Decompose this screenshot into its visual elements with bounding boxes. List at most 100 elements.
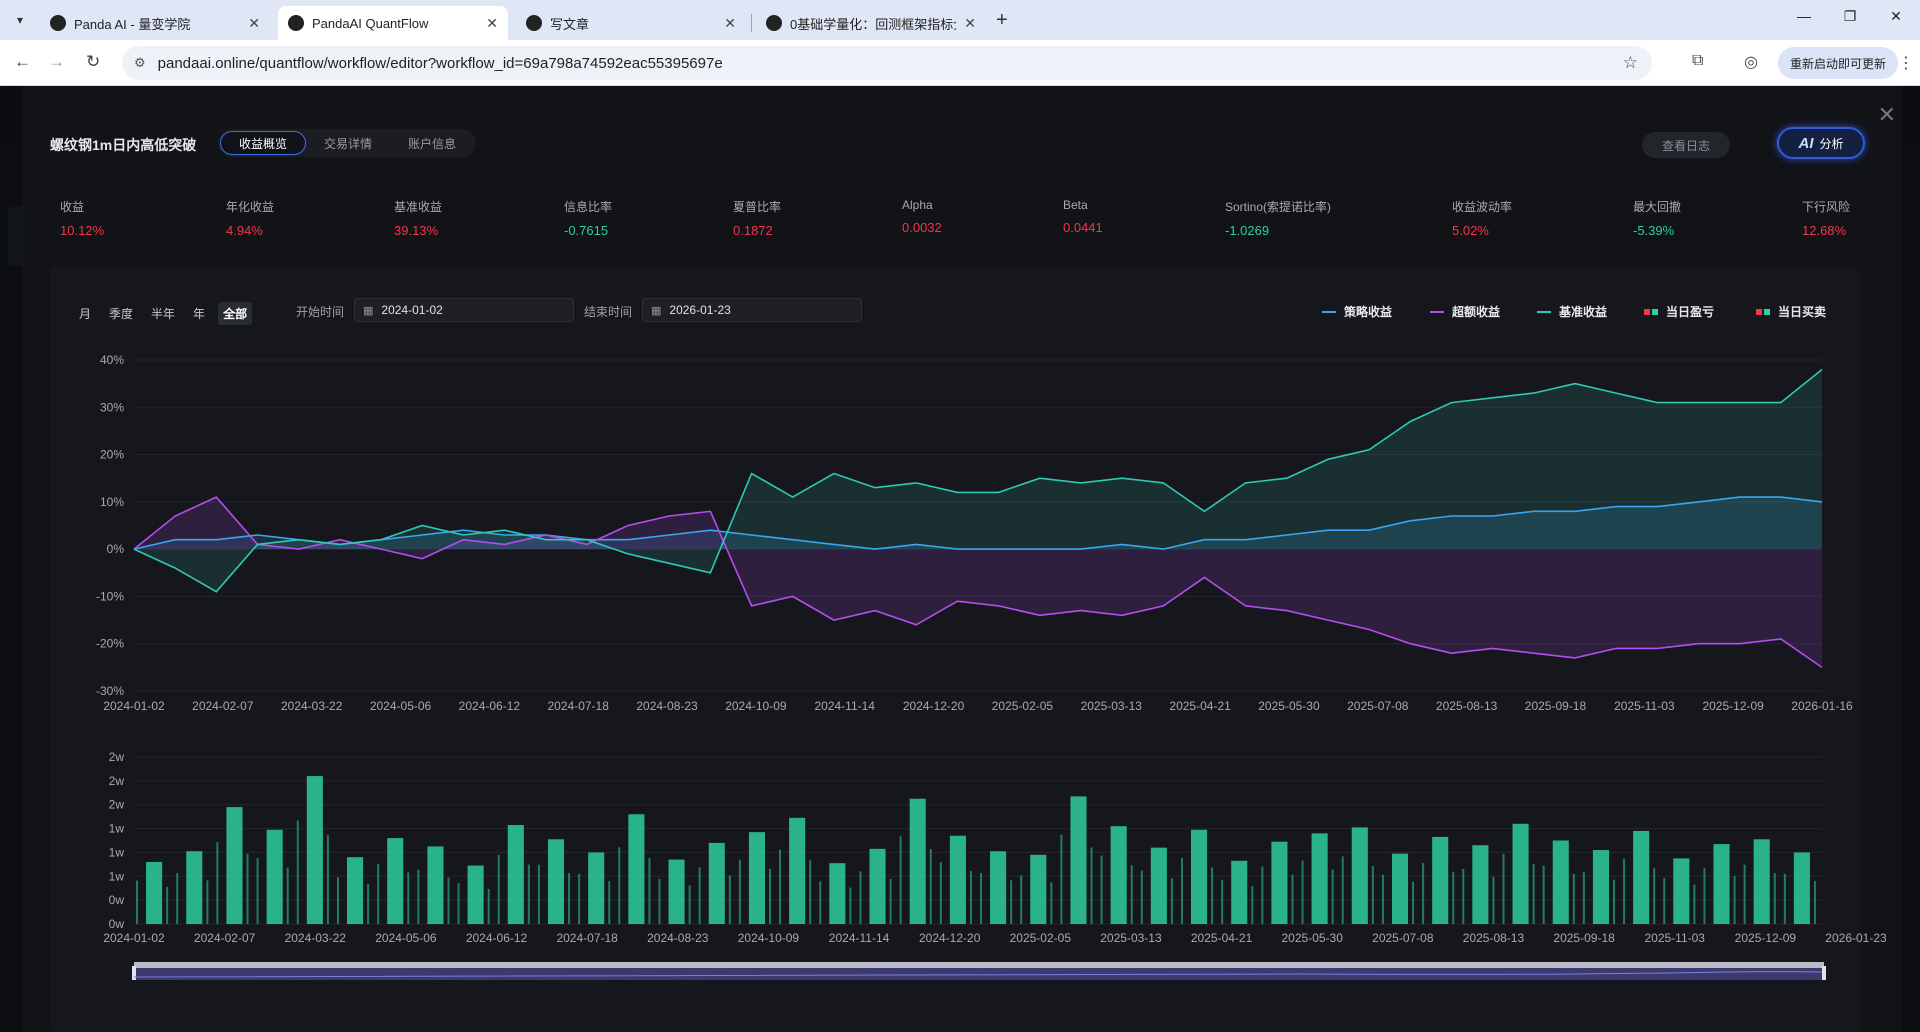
x-tick-label: 2025-11-03 <box>1644 931 1705 945</box>
url-text[interactable]: pandaai.online/quantflow/workflow/editor… <box>158 55 723 72</box>
profile-icon[interactable]: ◎ <box>1744 52 1758 72</box>
y-tick-label: -10% <box>96 589 124 603</box>
restore-icon[interactable]: ❐ <box>1830 8 1870 25</box>
x-tick-label: 2024-01-02 <box>103 931 165 945</box>
x-tick-label: 2024-10-09 <box>738 931 800 945</box>
x-tick-label: 2024-10-09 <box>725 699 787 713</box>
volume-bar <box>949 835 966 924</box>
minimize-icon[interactable]: — <box>1784 8 1824 24</box>
browser-tab-backtest-article[interactable]: 0基础学量化：回测框架指标介绍 ✕ <box>756 6 986 40</box>
browser-tab-write-article[interactable]: 写文章 ✕ <box>516 6 746 40</box>
x-tick-label: 2024-03-22 <box>281 699 343 713</box>
volume-bar <box>1572 873 1575 924</box>
star-icon[interactable]: ☆ <box>1623 53 1638 73</box>
back-arrow-icon[interactable]: ← <box>14 52 31 72</box>
close-window-icon[interactable]: ✕ <box>1876 8 1916 25</box>
x-tick-label: 2025-12-09 <box>1702 699 1764 713</box>
volume-bar <box>568 873 571 924</box>
x-tick-label: 2024-07-18 <box>556 931 618 945</box>
volume-bar <box>648 858 651 924</box>
volume-bar <box>1813 881 1816 924</box>
volume-bar <box>547 839 565 924</box>
x-tick-label: 2025-03-13 <box>1081 699 1143 713</box>
close-tab-icon[interactable]: ✕ <box>724 15 736 32</box>
y-tick-label: 2w <box>109 798 125 812</box>
panda-favicon-icon <box>766 15 782 31</box>
tab-title: PandaAI QuantFlow <box>312 15 429 31</box>
volume-bar <box>1793 852 1810 924</box>
volume-bar <box>698 867 701 924</box>
volume-bar <box>708 842 725 924</box>
volume-bar <box>1472 845 1489 924</box>
browser-tab-pandaai[interactable]: Panda AI - 量变学院 ✕ <box>40 6 270 40</box>
x-tick-label: 2026-01-16 <box>1791 699 1853 713</box>
x-tick-label: 2025-12-09 <box>1735 931 1797 945</box>
x-tick-label: 2025-05-30 <box>1282 931 1344 945</box>
x-tick-label: 2024-03-22 <box>285 931 347 945</box>
volume-bar <box>1703 868 1706 924</box>
volume-bar <box>969 871 972 924</box>
address-bar[interactable]: ⚙ pandaai.online/quantflow/workflow/edit… <box>122 46 1652 80</box>
line-chart-areas <box>134 369 1822 668</box>
puzzle-icon[interactable]: ⧉ <box>1692 52 1703 70</box>
volume-bar <box>507 824 524 924</box>
volume-bar <box>1331 869 1334 924</box>
x-tick-label: 2024-02-07 <box>192 699 254 713</box>
volume-bar <box>1130 865 1133 924</box>
kebab-icon[interactable]: ⋮ <box>1898 53 1914 73</box>
volume-bar <box>1010 880 1013 924</box>
volume-bar <box>1050 882 1053 924</box>
volume-bar <box>1211 867 1214 924</box>
volume-bar <box>306 776 323 924</box>
y-tick-label: 40% <box>100 353 124 367</box>
volume-bar <box>1582 872 1585 924</box>
volume-bar <box>889 878 892 924</box>
volume-bar <box>1552 840 1569 924</box>
y-tick-label: 0% <box>107 542 125 556</box>
volume-bar <box>206 880 209 924</box>
site-settings-icon[interactable]: ⚙ <box>134 55 146 71</box>
volume-bar <box>738 859 741 924</box>
reload-icon[interactable]: ↻ <box>86 52 100 72</box>
volume-bar <box>1381 874 1384 924</box>
volume-bar <box>1231 860 1248 924</box>
x-tick-label: 2026-01-23 <box>1825 931 1887 945</box>
x-tick-label: 2025-07-08 <box>1372 931 1434 945</box>
volume-bar <box>186 851 203 924</box>
x-tick-label: 2024-05-06 <box>375 931 437 945</box>
forward-arrow-icon[interactable]: → <box>48 52 65 72</box>
volume-bar <box>1623 858 1626 924</box>
x-tick-label: 2025-03-13 <box>1100 931 1162 945</box>
tab-search-icon[interactable]: ▾ <box>8 8 32 32</box>
volume-bar <box>849 887 852 924</box>
new-tab-icon[interactable]: + <box>996 9 1008 32</box>
x-tick-label: 2025-05-30 <box>1258 699 1320 713</box>
x-tick-label: 2025-09-18 <box>1525 699 1587 713</box>
y-tick-label: 10% <box>100 495 124 509</box>
volume-bar <box>1462 868 1465 924</box>
volume-bar <box>1633 830 1650 924</box>
x-tick-label: 2025-11-03 <box>1614 699 1675 713</box>
close-tab-icon[interactable]: ✕ <box>964 15 976 32</box>
volume-bar <box>1191 829 1208 924</box>
volume-bar <box>407 872 410 924</box>
bar-chart-y-ticks: 2w 2w 2w 1w 1w 1w 0w 0w <box>109 750 125 931</box>
volume-bar <box>769 868 772 924</box>
volume-bar <box>467 865 484 924</box>
update-button[interactable]: 重新启动即可更新 <box>1778 47 1899 79</box>
charts-svg[interactable]: 40%30%20%10%0%-10%-20%-30% 2024-01-02 202… <box>0 86 1920 1032</box>
zoom-handle-bar <box>134 962 1824 968</box>
x-tick-label: 2024-02-07 <box>194 931 256 945</box>
volume-bar <box>527 864 530 924</box>
browser-tab-bar: ▾ Panda AI - 量变学院 ✕ PandaAI QuantFlow ✕ … <box>0 0 1920 40</box>
volume-bar <box>326 835 329 924</box>
volume-bar <box>1221 879 1224 924</box>
volume-bar <box>176 873 179 924</box>
close-tab-icon[interactable]: ✕ <box>248 15 260 32</box>
browser-tab-quantflow[interactable]: PandaAI QuantFlow ✕ <box>278 6 508 40</box>
volume-bar <box>1301 860 1304 924</box>
volume-bar <box>728 875 731 924</box>
line-chart-x-ticks: 2024-01-02 2024-02-07 2024-03-22 2024-05-06… <box>103 699 1853 713</box>
close-tab-icon[interactable]: ✕ <box>486 15 498 32</box>
y-tick-label: 20% <box>100 448 124 462</box>
